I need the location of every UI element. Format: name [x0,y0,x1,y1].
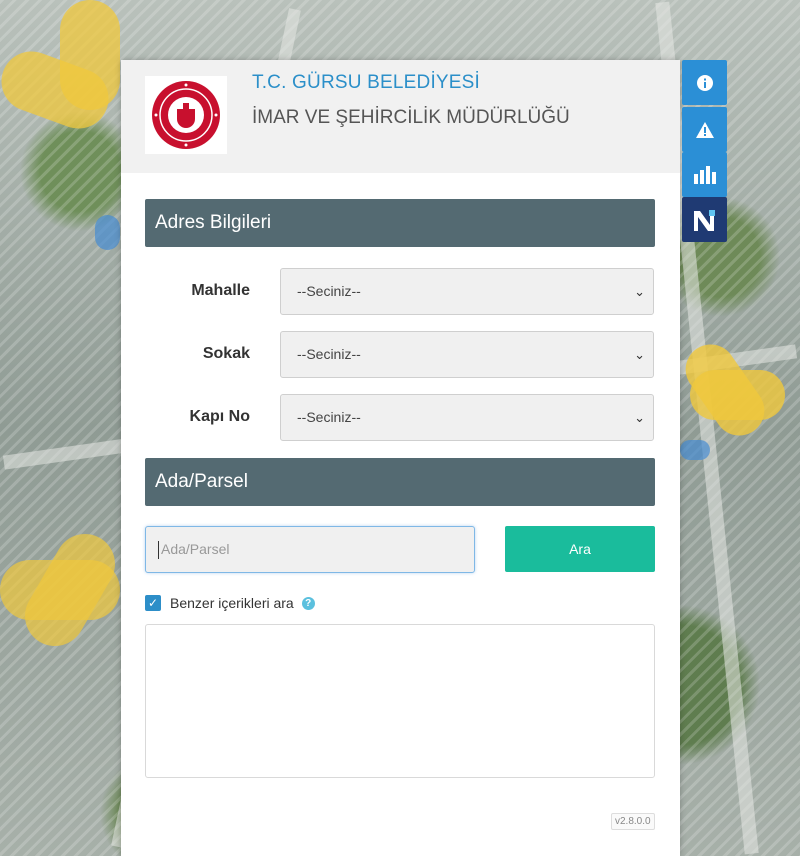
municipality-logo [145,76,227,154]
kapi-no-select[interactable]: --Seciniz-- ⌄ [280,394,654,441]
parcel-search-placeholder: Ada/Parsel [161,541,230,557]
mahalle-select[interactable]: --Seciniz-- ⌄ [280,268,654,315]
org-subtitle: İMAR VE ŞEHİRCİLİK MÜDÜRLÜĞÜ [252,107,570,128]
parcel-search-input[interactable]: Ada/Parsel [145,526,475,573]
sokak-label: Sokak [202,345,250,362]
version-badge: v2.8.0.0 [611,813,655,830]
kapi-no-label: Kapı No [189,408,250,425]
results-list[interactable] [145,624,655,778]
search-panel: T.C. GÜRSU BELEDİYESİ İMAR VE ŞEHİRCİLİK… [121,60,680,856]
similar-content-checkbox[interactable]: ✓ [145,595,161,611]
similar-content-label[interactable]: Benzer içerikleri ara [170,595,294,611]
panel-header: T.C. GÜRSU BELEDİYESİ İMAR VE ŞEHİRCİLİK… [121,60,680,173]
chevron-down-icon: ⌄ [634,410,645,425]
org-title: T.C. GÜRSU BELEDİYESİ [252,72,481,93]
address-section-heading: Adres Bilgileri [145,199,655,247]
parcel-section-heading: Ada/Parsel [145,458,655,506]
warning-icon [695,121,714,138]
info-icon [696,74,713,91]
warning-button[interactable] [682,107,727,152]
netcad-button[interactable] [682,197,727,242]
chevron-down-icon: ⌄ [634,284,645,299]
statistics-button[interactable] [682,152,727,197]
seal-icon [152,81,220,149]
similar-content-option: ✓ Benzer içerikleri ara ? [145,595,315,611]
sokak-select[interactable]: --Seciniz-- ⌄ [280,331,654,378]
info-button[interactable] [682,60,727,105]
kapi-no-select-value: --Seciniz-- [297,409,361,425]
mahalle-select-value: --Seciniz-- [297,283,361,299]
sokak-select-value: --Seciniz-- [297,346,361,362]
search-button[interactable]: Ara [505,526,655,572]
netcad-logo-icon [693,209,715,231]
help-icon[interactable]: ? [301,596,315,610]
bar-chart-icon [693,165,716,184]
mahalle-label: Mahalle [191,282,250,299]
chevron-down-icon: ⌄ [634,347,645,362]
